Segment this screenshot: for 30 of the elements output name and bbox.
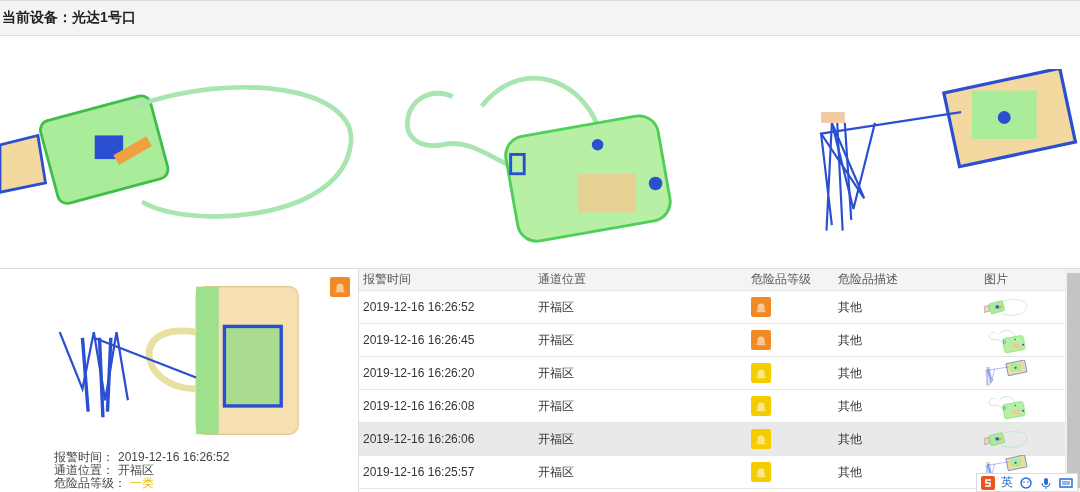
column-header: 图片	[983, 271, 1009, 288]
table-cell: 其他	[838, 299, 862, 314]
field-label: 报警时间：	[54, 451, 114, 464]
table-cell: 其他	[838, 464, 862, 479]
table-cell: 开福区	[538, 464, 574, 479]
table-cell: 开福区	[538, 365, 574, 380]
table-cell: 其他	[838, 431, 862, 446]
table-cell: 其他	[838, 398, 862, 413]
field-label: 危险品等级：	[54, 477, 126, 490]
table-cell: 2019-12-16 16:26:52	[363, 300, 475, 314]
table-cell: 开福区	[538, 299, 574, 314]
table-cell: 开福区	[538, 398, 574, 413]
field-value: 2019-12-16 16:26:52	[118, 451, 230, 464]
table-cell: 开福区	[538, 431, 574, 446]
column-header: 报警时间	[362, 271, 412, 288]
field-label: 通道位置：	[54, 464, 114, 477]
column-header: 危险品等级	[750, 271, 812, 288]
column-header: 通道位置	[537, 271, 587, 288]
table-cell: 其他	[838, 365, 862, 380]
table-cell: 其他	[838, 332, 862, 347]
table-cell: 2019-12-16 16:26:20	[363, 366, 475, 380]
column-header: 危险品描述	[837, 271, 899, 288]
table-cell: 开福区	[538, 332, 574, 347]
table-cell: 2019-12-16 16:26:45	[363, 333, 475, 347]
table-cell: 2019-12-16 16:25:57	[363, 465, 475, 479]
field-value: 开福区	[118, 464, 154, 477]
table-cell: 2019-12-16 16:26:08	[363, 399, 475, 413]
table-cell: 2019-12-16 16:26:06	[363, 432, 475, 446]
field-value: 一类	[130, 477, 154, 490]
device-title: 当前设备：光达1号口	[2, 9, 136, 27]
